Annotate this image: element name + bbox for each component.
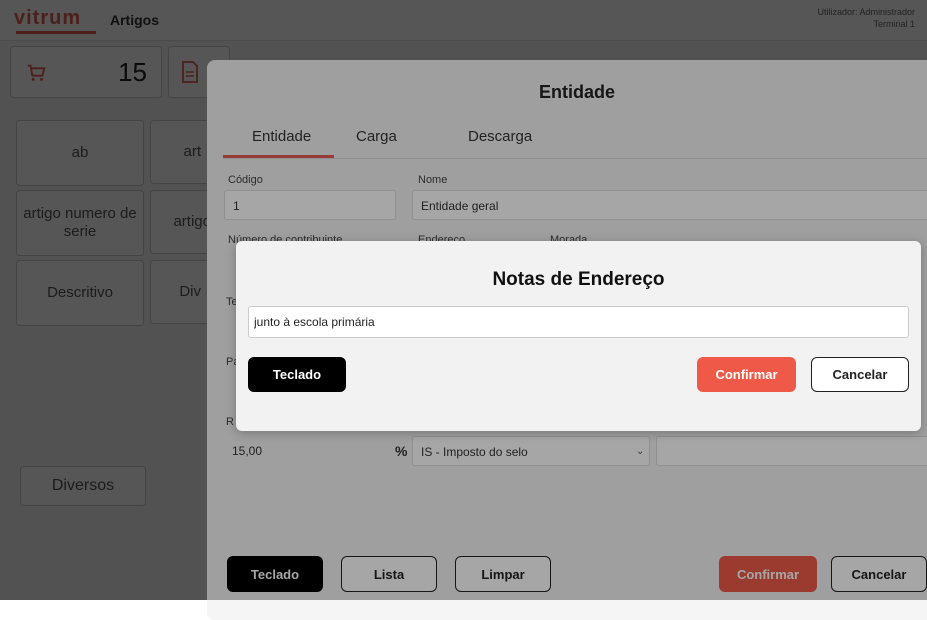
notes-dialog-title: Notas de Endereço bbox=[492, 269, 665, 290]
notes-dialog: Notas de Endereço Teclado Confirmar Canc… bbox=[236, 241, 921, 431]
notes-cancelar-button[interactable]: Cancelar bbox=[811, 357, 909, 392]
notes-confirmar-button[interactable]: Confirmar bbox=[697, 357, 796, 392]
notes-input[interactable] bbox=[248, 306, 909, 338]
notes-teclado-button[interactable]: Teclado bbox=[248, 357, 346, 392]
